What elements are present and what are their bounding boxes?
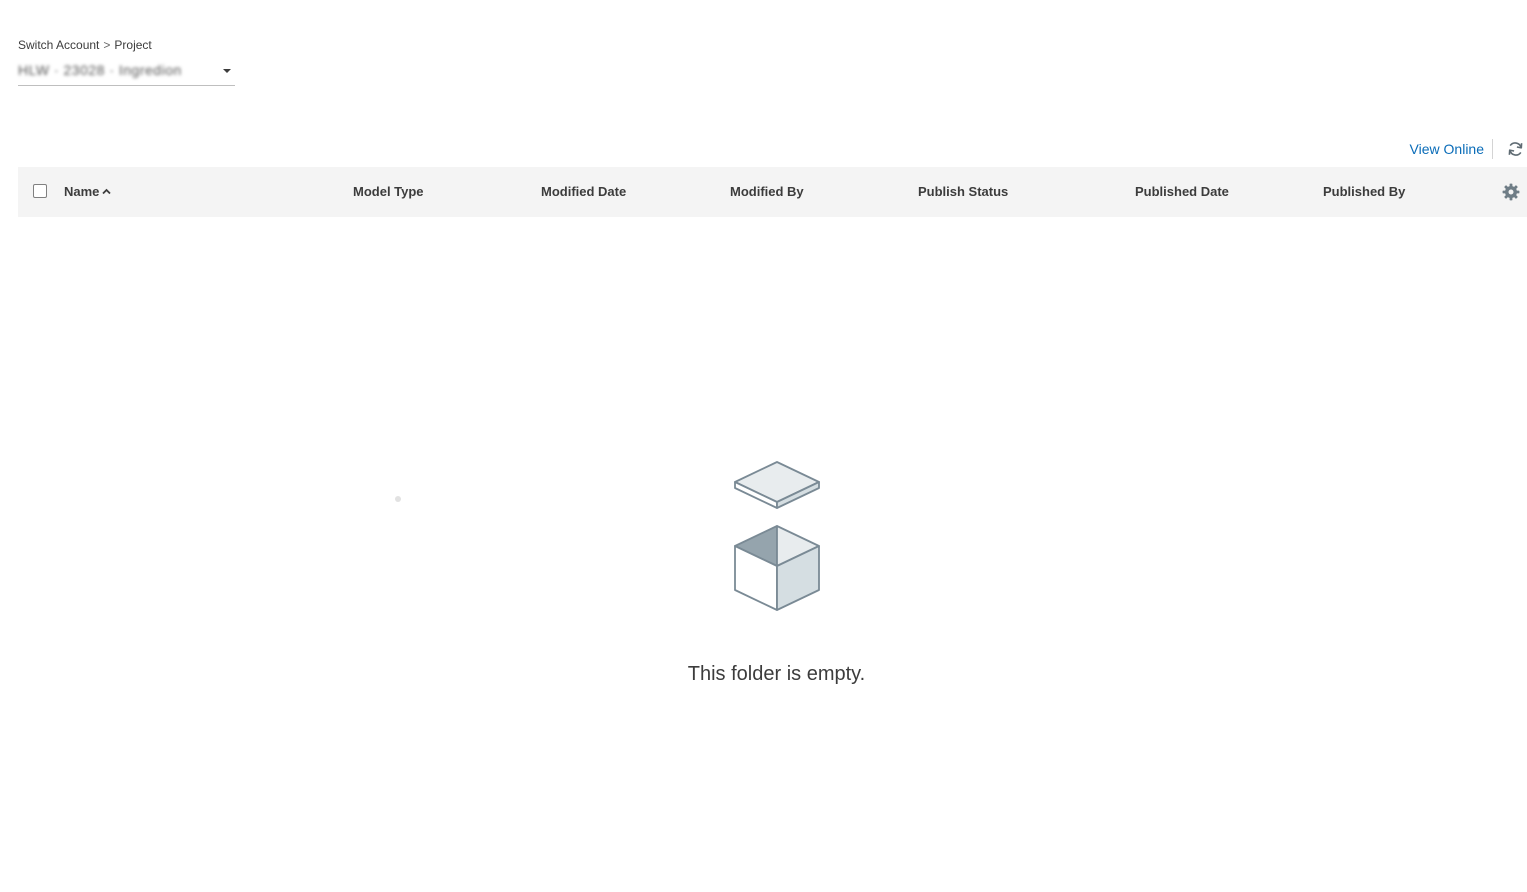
column-header-name-label: Name — [64, 184, 100, 199]
table-header: Name Model Type Modified Date Modified B… — [18, 167, 1527, 217]
empty-state-message: This folder is empty. — [687, 663, 866, 685]
open-box-icon — [730, 458, 824, 616]
breadcrumb: Switch Account > Project — [18, 38, 152, 52]
select-all-checkbox[interactable] — [33, 184, 47, 198]
breadcrumb-project: Project — [114, 38, 152, 52]
caret-down-icon — [223, 69, 231, 73]
project-dropdown[interactable]: HLW · 23028 · Ingredion — [18, 58, 235, 86]
breadcrumb-separator: > — [103, 38, 111, 52]
toolbar: View Online — [1410, 138, 1527, 160]
refresh-icon[interactable] — [1505, 139, 1525, 159]
column-header-modified-by[interactable]: Modified By — [730, 167, 804, 217]
column-header-published-date[interactable]: Published Date — [1135, 167, 1229, 217]
view-online-link[interactable]: View Online — [1410, 139, 1493, 159]
column-header-published-by[interactable]: Published By — [1323, 167, 1405, 217]
project-dropdown-value: HLW · 23028 · Ingredion — [18, 62, 182, 78]
column-header-publish-status[interactable]: Publish Status — [918, 167, 1008, 217]
gear-icon[interactable] — [1502, 183, 1520, 201]
chevron-up-icon — [102, 166, 112, 216]
column-header-model-type[interactable]: Model Type — [353, 167, 424, 217]
column-header-modified-date[interactable]: Modified Date — [541, 167, 626, 217]
breadcrumb-switch-account[interactable]: Switch Account — [18, 38, 99, 52]
column-header-name[interactable]: Name — [64, 166, 112, 217]
decorative-dot — [395, 496, 401, 502]
